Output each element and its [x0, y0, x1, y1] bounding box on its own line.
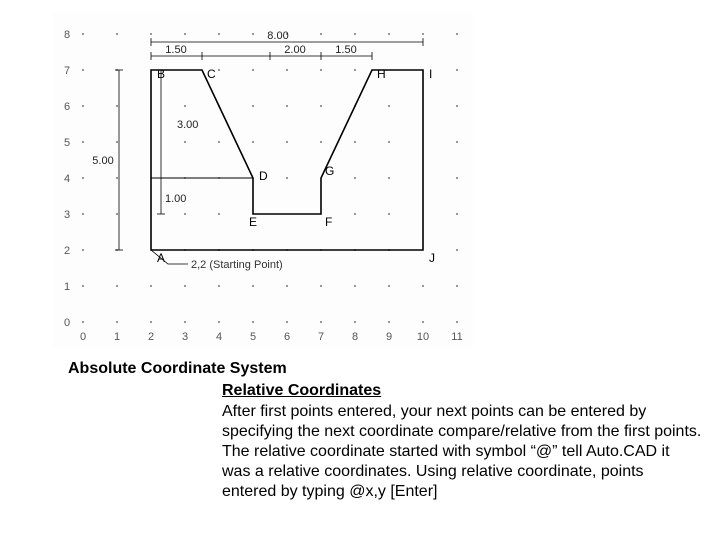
pt-J: J — [429, 251, 435, 265]
dim-seg1: 1.50 — [165, 44, 186, 56]
xtick-10: 10 — [417, 331, 429, 343]
xtick-0: 0 — [80, 331, 86, 343]
xtick-1: 1 — [114, 331, 120, 343]
figure-caption: Absolute Coordinate System — [68, 360, 287, 378]
ytick-6: 6 — [64, 101, 70, 113]
xtick-2: 2 — [148, 331, 154, 343]
ytick-7: 7 — [64, 65, 70, 77]
pt-F: F — [325, 215, 332, 229]
pt-G: G — [325, 164, 334, 178]
pt-C: C — [207, 67, 216, 81]
ytick-2: 2 — [64, 245, 70, 257]
section-heading: Relative Coordinates — [222, 382, 381, 400]
start-note: 2,2 (Starting Point) — [191, 259, 283, 271]
ytick-0: 0 — [64, 317, 70, 329]
pt-H: H — [377, 67, 386, 81]
dim-top: 8.00 — [267, 30, 288, 42]
pt-A: A — [157, 251, 165, 265]
xtick-9: 9 — [386, 331, 392, 343]
section-body: After first points entered, your next po… — [222, 402, 702, 502]
dim-seg2: 2.00 — [284, 44, 305, 56]
xtick-11: 11 — [451, 331, 462, 343]
pt-E: E — [249, 215, 257, 229]
ytick-8: 8 — [64, 29, 70, 41]
xtick-4: 4 — [216, 331, 222, 343]
ytick-5: 5 — [64, 137, 70, 149]
dim-left-outer: 5.00 — [92, 155, 113, 167]
xtick-8: 8 — [352, 331, 358, 343]
ytick-4: 4 — [64, 173, 70, 185]
dim-seg3: 1.50 — [335, 44, 356, 56]
pt-I: I — [429, 67, 432, 81]
ytick-1: 1 — [64, 281, 70, 293]
dim-small: 1.00 — [165, 193, 186, 205]
pt-B: B — [157, 67, 165, 81]
xtick-3: 3 — [182, 331, 188, 343]
ytick-3: 3 — [64, 209, 70, 221]
xtick-6: 6 — [284, 331, 290, 343]
coordinate-diagram: 8.00 1.50 2.00 1.50 5.00 3.00 1.00 A B C… — [53, 12, 473, 348]
dim-left-inner: 3.00 — [177, 119, 198, 131]
xtick-5: 5 — [250, 331, 256, 343]
pt-D: D — [259, 169, 268, 183]
xtick-7: 7 — [318, 331, 324, 343]
